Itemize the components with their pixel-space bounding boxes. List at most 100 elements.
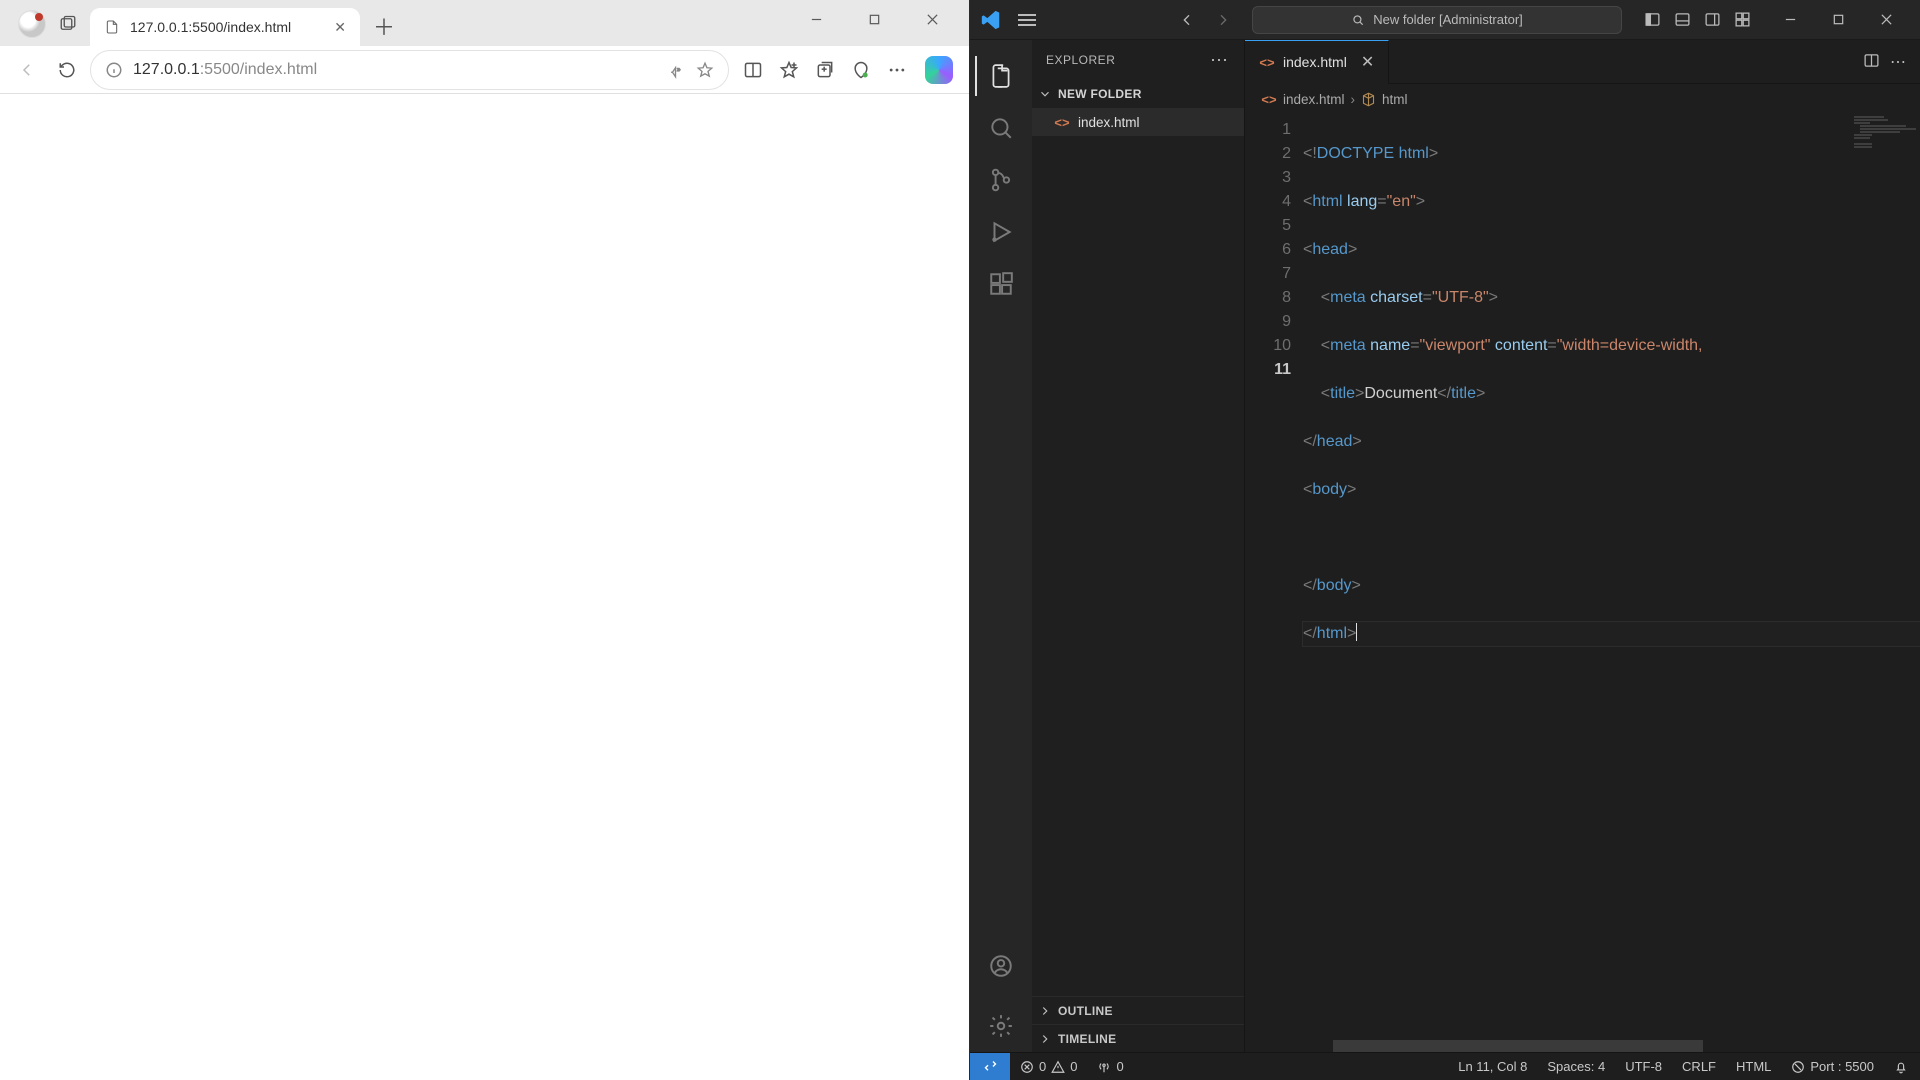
profile-avatar-icon[interactable] (18, 10, 46, 38)
explorer-sidebar: EXPLORER ⋯ NEW FOLDER <> index.html OUTL… (1032, 40, 1245, 1052)
browser-tab[interactable]: 127.0.0.1:5500/index.html ✕ (90, 8, 360, 46)
search-icon (1351, 13, 1365, 27)
browser-tab-strip: 127.0.0.1:5500/index.html ✕ ＋ (0, 0, 969, 46)
nav-forward-icon[interactable] (1208, 5, 1238, 35)
favorite-star-icon[interactable] (696, 61, 714, 79)
search-activity-icon[interactable] (975, 102, 1027, 154)
tab-actions-icon[interactable] (56, 12, 80, 36)
chevron-down-icon (1038, 87, 1052, 101)
refresh-button[interactable] (50, 53, 84, 87)
vsc-close-button[interactable] (1862, 0, 1910, 40)
indentation-status[interactable]: Spaces: 4 (1537, 1059, 1615, 1074)
vscode-titlebar: New folder [Administrator] (970, 0, 1920, 40)
vscode-window-controls (1766, 0, 1910, 40)
notifications-icon[interactable] (1884, 1059, 1920, 1074)
editor-tabs: <> index.html ✕ ⋯ (1245, 40, 1920, 84)
back-button[interactable] (10, 53, 44, 87)
toolbar-actions (735, 56, 959, 84)
tab-label: index.html (1283, 54, 1347, 70)
error-icon (1020, 1060, 1034, 1074)
explorer-title: EXPLORER (1046, 53, 1115, 67)
close-button[interactable] (903, 0, 961, 38)
ports-status[interactable]: 0 (1087, 1059, 1133, 1074)
code-editor[interactable]: 1 2 3 4 5 6 7 8 9 10 11 <!DOCTYPE html> … (1245, 114, 1920, 1052)
chevron-right-icon (1038, 1004, 1052, 1018)
browser-viewport[interactable] (0, 94, 969, 1080)
run-debug-activity-icon[interactable] (975, 206, 1027, 258)
settings-activity-icon[interactable] (975, 1000, 1027, 1052)
more-icon[interactable] (885, 58, 909, 82)
broadcast-icon (1791, 1060, 1805, 1074)
nav-back-icon[interactable] (1172, 5, 1202, 35)
warning-icon (1051, 1060, 1065, 1074)
breadcrumb[interactable]: <> index.html › html (1245, 84, 1920, 114)
vsc-maximize-button[interactable] (1814, 0, 1862, 40)
html-file-icon: <> (1261, 91, 1277, 107)
accounts-activity-icon[interactable] (975, 940, 1027, 992)
explorer-more-icon[interactable]: ⋯ (1210, 50, 1230, 71)
status-bar: 0 0 0 Ln 11, Col 8 Spaces: 4 UTF-8 CRLF … (970, 1052, 1920, 1080)
activity-bar (970, 40, 1032, 1052)
cursor-position[interactable]: Ln 11, Col 8 (1448, 1059, 1537, 1074)
minimap[interactable] (1850, 114, 1920, 154)
customize-layout-icon[interactable] (1730, 8, 1754, 32)
problems-status[interactable]: 0 0 (1010, 1059, 1087, 1074)
outline-panel[interactable]: OUTLINE (1032, 996, 1244, 1024)
editor-group: <> index.html ✕ ⋯ <> index.html › html (1245, 40, 1920, 1052)
editor-tab[interactable]: <> index.html ✕ (1245, 40, 1389, 84)
radio-tower-icon (1097, 1060, 1111, 1074)
vscode-window: New folder [Administrator] (970, 0, 1920, 1080)
split-editor-icon[interactable] (1863, 52, 1880, 69)
editor-more-icon[interactable]: ⋯ (1890, 52, 1908, 72)
root: 127.0.0.1:5500/index.html ✕ ＋ 127.0.0.1:… (0, 0, 1920, 1080)
horizontal-scrollbar[interactable] (1245, 1040, 1920, 1052)
toggle-secondary-sidebar-icon[interactable] (1700, 8, 1724, 32)
collections-icon[interactable] (813, 58, 837, 82)
search-placeholder: New folder [Administrator] (1373, 12, 1523, 27)
encoding-status[interactable]: UTF-8 (1615, 1059, 1672, 1074)
toggle-primary-sidebar-icon[interactable] (1640, 8, 1664, 32)
remote-indicator[interactable] (970, 1053, 1010, 1080)
tab-close-icon[interactable]: ✕ (1361, 52, 1374, 72)
language-mode[interactable]: HTML (1726, 1059, 1781, 1074)
tab-title: 127.0.0.1:5500/index.html (130, 19, 291, 35)
file-name: index.html (1078, 115, 1140, 130)
symbol-icon (1361, 92, 1376, 107)
explorer-header: EXPLORER ⋯ (1032, 40, 1244, 80)
svg-text:»: » (677, 67, 681, 73)
extensions-activity-icon[interactable] (975, 258, 1027, 310)
html-file-icon: <> (1259, 54, 1275, 70)
live-server-status[interactable]: Port : 5500 (1781, 1059, 1884, 1074)
browser-window: 127.0.0.1:5500/index.html ✕ ＋ 127.0.0.1:… (0, 0, 970, 1080)
explorer-activity-icon[interactable] (975, 50, 1027, 102)
copilot-icon[interactable] (925, 56, 953, 84)
command-center[interactable]: New folder [Administrator] (1252, 6, 1622, 34)
folder-name: NEW FOLDER (1058, 87, 1142, 101)
line-gutter: 1 2 3 4 5 6 7 8 9 10 11 (1245, 114, 1303, 1052)
source-control-activity-icon[interactable] (975, 154, 1027, 206)
read-aloud-icon[interactable]: » (668, 61, 686, 79)
code-content[interactable]: <!DOCTYPE html> <html lang="en"> <head> … (1303, 114, 1920, 1052)
site-info-icon[interactable] (105, 61, 123, 79)
page-icon (104, 19, 120, 35)
file-item[interactable]: <> index.html (1032, 108, 1244, 136)
timeline-panel[interactable]: TIMELINE (1032, 1024, 1244, 1052)
favorites-icon[interactable] (777, 58, 801, 82)
vsc-minimize-button[interactable] (1766, 0, 1814, 40)
folder-header[interactable]: NEW FOLDER (1032, 80, 1244, 108)
browser-essentials-icon[interactable] (849, 58, 873, 82)
split-screen-icon[interactable] (741, 58, 765, 82)
tab-close-icon[interactable]: ✕ (334, 19, 346, 36)
hamburger-menu-icon[interactable] (1018, 8, 1042, 32)
html-file-icon: <> (1054, 114, 1070, 130)
new-tab-button[interactable]: ＋ (366, 8, 402, 44)
maximize-button[interactable] (845, 0, 903, 38)
minimize-button[interactable] (787, 0, 845, 38)
address-bar[interactable]: 127.0.0.1:5500/index.html » (90, 50, 729, 90)
url-text: 127.0.0.1:5500/index.html (133, 61, 658, 79)
layout-controls (1640, 8, 1754, 32)
toggle-panel-icon[interactable] (1670, 8, 1694, 32)
eol-status[interactable]: CRLF (1672, 1059, 1726, 1074)
chevron-right-icon (1038, 1032, 1052, 1046)
browser-toolbar: 127.0.0.1:5500/index.html » (0, 46, 969, 94)
